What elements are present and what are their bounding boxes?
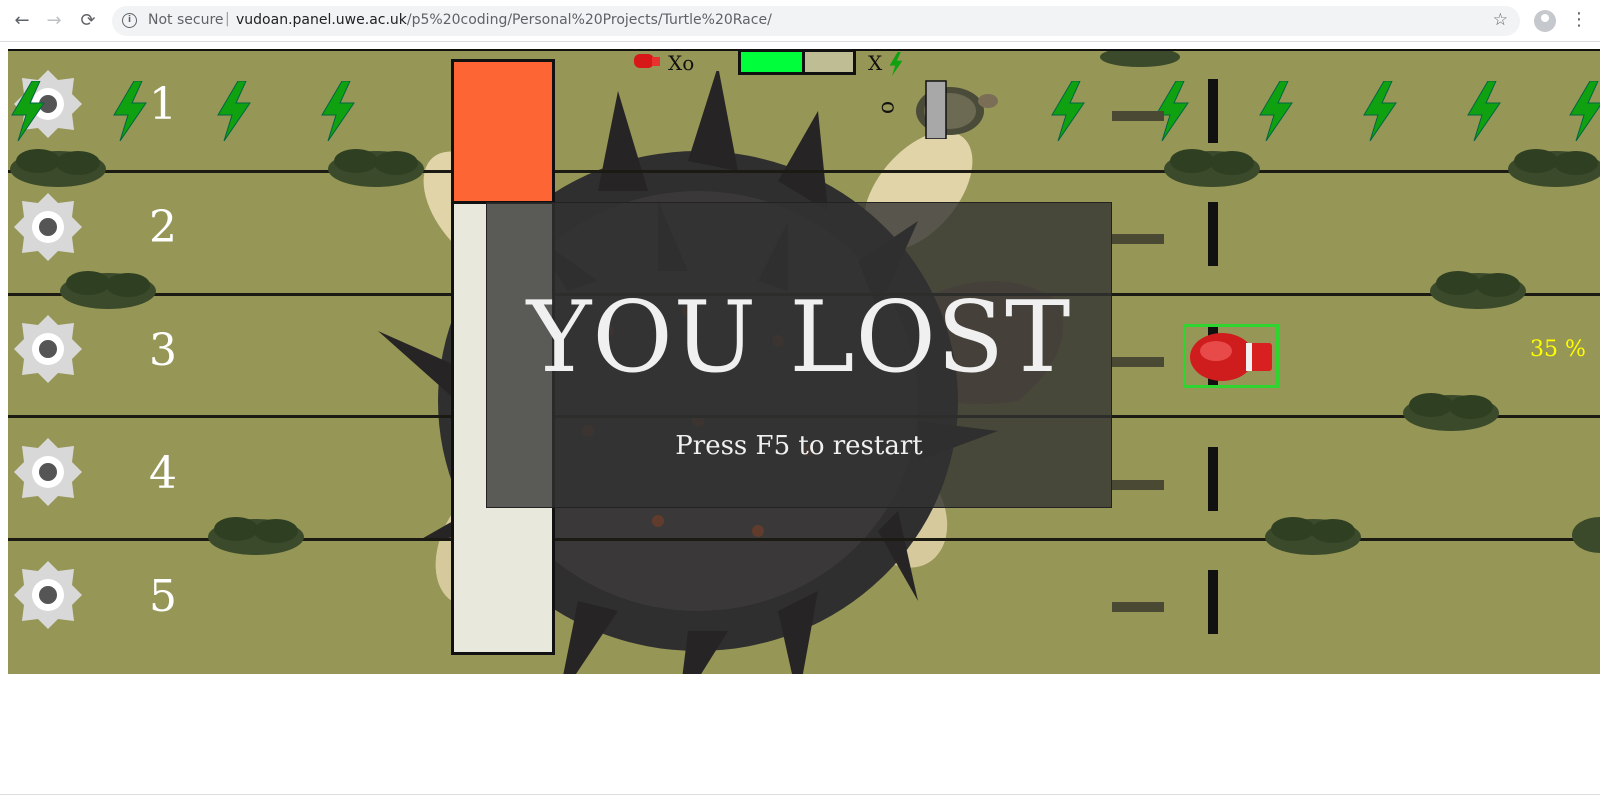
finish-line-marker [1208,447,1218,511]
profile-avatar-icon[interactable] [1534,10,1556,32]
bush-icon [1508,149,1600,187]
bush-icon [1403,393,1499,431]
lightning-bolt-icon [1569,81,1600,141]
progress-percent: 35 % [1530,337,1586,362]
finish-dash [1112,480,1164,490]
bush-icon [60,271,156,309]
bush-icon [1430,271,1526,309]
power-meter-fill [454,62,552,204]
turtle-label: o [876,100,902,115]
lightning-bolt-icon [113,81,147,141]
finish-dash [1112,234,1164,244]
lane-divider [8,170,1600,173]
restart-hint: Press F5 to restart [675,431,923,461]
browser-toolbar: ← → ⟳ i Not secure | vudoan.panel.uwe.ac… [0,0,1600,42]
address-bar[interactable]: i Not secure | vudoan.panel.uwe.ac.uk/p5… [112,6,1520,36]
lane-number: 3 [149,325,177,376]
lightning-bolt-icon [1259,81,1293,141]
game-over-title: YOU LOST [526,281,1072,395]
lightning-bolt-icon [889,52,903,76]
menu-dots-icon[interactable]: ⋮ [1570,9,1588,30]
bush-icon [1100,51,1180,67]
security-label: Not secure [148,12,224,28]
bush-icon [208,517,304,555]
lane-number: 2 [149,202,177,253]
url-path: /p5%20coding/Personal%20Projects/Turtle%… [406,12,772,28]
game-over-dialog: YOU LOST Press F5 to restart [486,202,1112,508]
finish-dash [1112,111,1164,121]
lightning-bolt-icon [11,81,45,141]
url-host: vudoan.panel.uwe.ac.uk [236,12,407,28]
lightning-bolt-icon [1051,81,1085,141]
saw-blade-icon [14,438,82,506]
finish-line-marker [1208,79,1218,143]
bush-icon [1164,149,1260,187]
finish-line-marker [1208,570,1218,634]
lane-number: 4 [149,448,177,499]
window-bottom-border [0,794,1600,795]
back-arrow-icon[interactable]: ← [10,9,34,33]
boxing-glove-icon [1190,333,1272,381]
player-turtle-icon [916,80,998,139]
game-canvas[interactable]: 1 2 3 4 5 Xo X o 35 % YOU LOST Press F5 … [8,49,1600,674]
finish-dash [1112,602,1164,612]
lightning-bolt-icon [321,81,355,141]
url-text[interactable]: vudoan.panel.uwe.ac.uk/p5%20coding/Perso… [236,12,772,28]
saw-blade-icon [14,561,82,629]
lightning-bolt-icon [1363,81,1397,141]
bush-icon [1265,517,1361,555]
url-separator: | [225,11,230,27]
bush-icon [1572,517,1600,553]
reload-icon[interactable]: ⟳ [76,9,100,33]
bush-icon [328,149,424,187]
glove-pickup [1183,324,1279,388]
saw-blade-icon [14,193,82,261]
boxing-glove-icon [634,54,660,68]
stamina-bar [738,51,856,75]
finish-line-marker [1208,202,1218,266]
info-icon[interactable]: i [122,13,137,28]
lightning-bolt-icon [1467,81,1501,141]
saw-blade-icon [14,315,82,383]
forward-arrow-icon[interactable]: → [42,9,66,33]
stamina-bar-fill [741,52,805,72]
finish-dash [1112,357,1164,367]
glove-count-label: Xo [668,51,695,75]
bush-icon [10,149,106,187]
lane-number: 5 [149,571,177,622]
bolt-count-label: X [868,51,883,75]
lightning-bolt-icon [217,81,251,141]
star-icon[interactable]: ☆ [1493,10,1508,30]
